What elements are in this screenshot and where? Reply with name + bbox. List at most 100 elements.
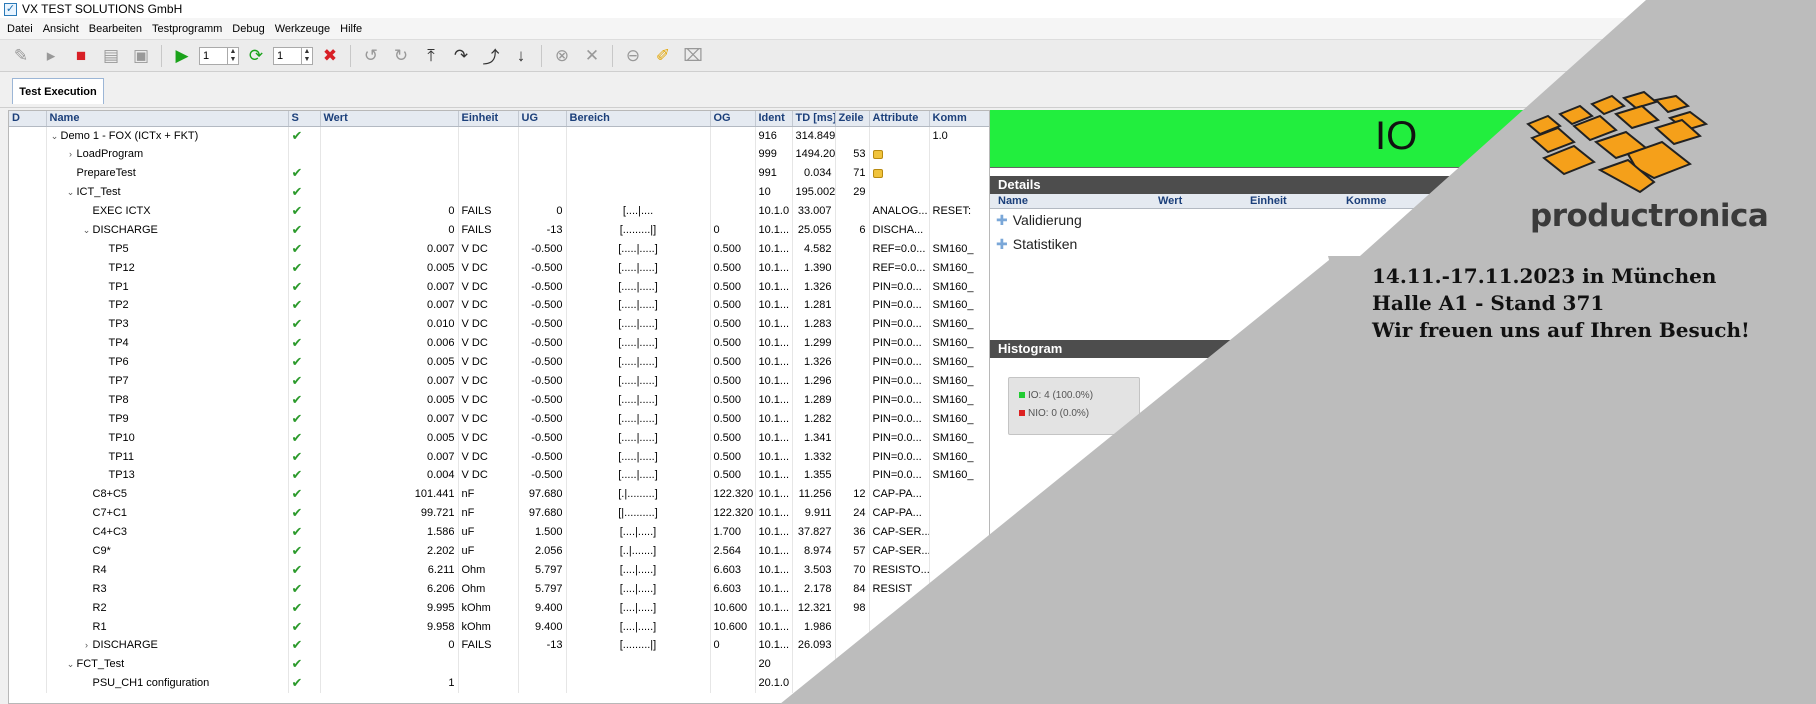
test-tree-table[interactable]: D Name S Wert Einheit UG Bereich OG Iden… — [8, 110, 990, 704]
cell-ug: -0.500 — [518, 258, 567, 278]
table-row[interactable]: TP7 ✔ 0.007 V DC -0.500 [.....|.....] 0.500 10.… — [9, 371, 989, 391]
table-row[interactable]: ›LoadProgram 999 1494.204 53 — [9, 144, 989, 164]
chevron-right-icon[interactable]: › — [65, 149, 77, 159]
table-row[interactable]: ⌄ ICT_Test ✔ 10 195.002 29 — [9, 182, 989, 202]
step-forward-icon[interactable]: ▸ — [38, 44, 64, 68]
checkmark-icon: ✔ — [291, 316, 303, 332]
table-row[interactable]: TP2 ✔ 0.007 V DC -0.500 [.....|.....] 0.500 10.… — [9, 296, 989, 315]
loop-count-stepper[interactable]: 1 ▲ ▼ — [273, 46, 313, 65]
col-header-einheit[interactable]: Einheit — [458, 111, 519, 127]
cell-td: 37.827 — [792, 522, 836, 542]
table-row[interactable]: ⌄ DISCHARGE ✔ 0 FAILS -13 [.........|] 0 10.1...… — [9, 220, 989, 240]
table-row[interactable]: TP10 ✔ 0.005 V DC -0.500 [.....|.....] 0.500 10… — [9, 428, 989, 448]
col-header-komm[interactable]: Komm — [929, 111, 989, 127]
stepper-arrows-icon[interactable]: ▲ ▼ — [227, 47, 238, 64]
table-row[interactable]: TP4 ✔ 0.006 V DC -0.500 [.....|.....] 0.500 10.… — [9, 333, 989, 353]
table-row[interactable]: C7+C1 ✔ 99.721 nF 97.680 [|..........] 122.320… — [9, 503, 989, 523]
save-icon[interactable]: ▣ — [128, 44, 154, 68]
table-row[interactable]: › DISCHARGE ✔ 0 FAILS -13 [.........|] 0 10.1...… — [9, 636, 989, 655]
tab-test-execution[interactable]: Test Execution — [12, 78, 104, 104]
minus-circle-icon[interactable]: ⊖ — [620, 44, 646, 68]
details-item-validierung[interactable]: ✚ Validierung — [996, 212, 1082, 229]
menu-datei[interactable]: Datei — [2, 23, 38, 35]
abort-icon[interactable]: ✖ — [317, 44, 343, 68]
col-header-ug[interactable]: UG — [518, 111, 567, 127]
menu-werkzeuge[interactable]: Werkzeuge — [270, 23, 335, 35]
details-col-komme[interactable]: Komme — [1346, 195, 1386, 207]
table-row[interactable]: TP6 ✔ 0.005 V DC -0.500 [.....|.....] 0.500 10.… — [9, 352, 989, 372]
col-header-bereich[interactable]: Bereich — [566, 111, 711, 127]
col-header-ident[interactable]: Ident — [755, 111, 793, 127]
col-header-s[interactable]: S — [288, 111, 321, 127]
table-row[interactable]: TP12 ✔ 0.005 V DC -0.500 [.....|.....] 0.500 10… — [9, 258, 989, 278]
tools-icon[interactable]: ✕ — [579, 44, 605, 68]
table-row[interactable]: EXEC ICTX ✔ 0 FAILS 0 [....|.... 10.1.0 33.007 A… — [9, 201, 989, 221]
menu-bearbeiten[interactable]: Bearbeiten — [84, 23, 147, 35]
table-row[interactable]: ⌄ FCT_Test ✔ 20 — [9, 654, 989, 674]
col-header-og[interactable]: OG — [710, 111, 756, 127]
cell-zeile — [835, 314, 870, 334]
table-row[interactable]: TP8 ✔ 0.005 V DC -0.500 [.....|.....] 0.500 10.… — [9, 390, 989, 410]
table-row[interactable]: TP9 ✔ 0.007 V DC -0.500 [.....|.....] 0.500 10.… — [9, 409, 989, 429]
promo-hall-line: Halle A1 - Stand 371 — [1372, 291, 1605, 315]
menu-debug[interactable]: Debug — [227, 23, 269, 35]
table-row[interactable]: R1 ✔ 9.958 kOhm 9.400 [....|.....] 10.600 10.1.… — [9, 617, 989, 637]
table-row[interactable]: R4 ✔ 6.211 Ohm 5.797 [....|.....] 6.603 10.1...… — [9, 560, 989, 580]
chevron-down-icon[interactable]: ⌄ — [81, 225, 93, 236]
stepper-arrows-icon[interactable]: ▲ ▼ — [301, 47, 312, 64]
step-into-icon[interactable]: ⤒ — [418, 44, 444, 68]
col-header-wert[interactable]: Wert — [320, 111, 459, 127]
undo-icon[interactable]: ↺ — [358, 44, 384, 68]
cell-bereich-text: [.....|.....] — [618, 469, 658, 482]
stop-icon[interactable]: ■ — [68, 44, 94, 68]
expand-plus-icon[interactable]: ✚ — [996, 236, 1008, 252]
redo-icon[interactable]: ↻ — [388, 44, 414, 68]
ict-icon[interactable]: ⌧ — [680, 44, 706, 68]
brush-icon[interactable]: ✐ — [650, 44, 676, 68]
document-icon[interactable]: ▤ — [98, 44, 124, 68]
table-row[interactable]: R3 ✔ 6.206 Ohm 5.797 [....|.....] 6.603 10.1...… — [9, 579, 989, 599]
step-over-icon[interactable]: ↷ — [448, 44, 474, 68]
run-icon[interactable]: ▶ — [169, 44, 195, 68]
chevron-down-icon[interactable]: ⌄ — [65, 659, 77, 670]
table-row[interactable]: PrepareTest ✔ 991 0.034 71 — [9, 163, 989, 183]
chevron-right-icon[interactable]: › — [81, 640, 93, 650]
menu-ansicht[interactable]: Ansicht — [38, 23, 84, 35]
cell-attr: PIN=0.0... — [869, 390, 930, 410]
cancel-circle-icon[interactable]: ⊗ — [549, 44, 575, 68]
details-col-wert[interactable]: Wert — [1158, 195, 1182, 207]
col-header-td[interactable]: TD [ms] — [792, 111, 836, 127]
details-col-name[interactable]: Name — [998, 195, 1028, 207]
table-row[interactable]: C8+C5 ✔ 101.441 nF 97.680 [.|.........] 122.32… — [9, 484, 989, 504]
col-header-zeile[interactable]: Zeile — [835, 111, 870, 127]
table-row[interactable]: TP3 ✔ 0.010 V DC -0.500 [.....|.....] 0.500 10.… — [9, 314, 989, 334]
details-item-statistiken[interactable]: ✚ Statistiken — [996, 236, 1077, 253]
repeat-count-stepper[interactable]: 1 ▲ ▼ — [199, 46, 239, 65]
arrow-down-icon[interactable]: ↓ — [508, 44, 534, 68]
chevron-down-icon[interactable]: ⌄ — [65, 187, 77, 198]
col-header-name[interactable]: Name — [46, 111, 289, 127]
chevron-down-icon[interactable]: ⌄ — [49, 131, 61, 142]
table-row[interactable]: PSU_CH1 configuration ✔ 1 20.1.0 — [9, 673, 989, 693]
cell-ident: 10.1... — [755, 522, 793, 542]
details-col-einheit[interactable]: Einheit — [1250, 195, 1287, 207]
table-row[interactable]: C4+C3 ✔ 1.586 uF 1.500 [....|.....] 1.700 10.1.… — [9, 522, 989, 542]
table-row[interactable]: ⌄ Demo 1 - FOX (ICTx + FKT) ✔ 916 314.849 1.0 — [9, 126, 989, 145]
table-row[interactable]: TP1 ✔ 0.007 V DC -0.500 [.....|.....] 0.500 10.… — [9, 277, 989, 297]
table-row[interactable]: TP13 ✔ 0.004 V DC -0.500 [.....|.....] 0.500 10… — [9, 466, 989, 485]
edit-pencil-icon[interactable]: ✎ — [8, 44, 34, 68]
cell-einheit — [458, 673, 519, 693]
col-header-d[interactable]: D — [9, 111, 47, 127]
table-row[interactable]: R2 ✔ 9.995 kOhm 9.400 [....|.....] 10.600 10.1.… — [9, 598, 989, 618]
table-row[interactable]: C9* ✔ 2.202 uF 2.056 [..|.......] 2.564 10.1...… — [9, 541, 989, 561]
step-out-icon[interactable]: ⤴ — [478, 44, 504, 68]
menu-testprogramm[interactable]: Testprogramm — [147, 23, 227, 35]
cell-og: 10.600 — [710, 617, 756, 637]
menu-hilfe[interactable]: Hilfe — [335, 23, 367, 35]
col-header-attribute[interactable]: Attribute — [869, 111, 930, 127]
table-row[interactable]: TP11 ✔ 0.007 V DC -0.500 [.....|.....] 0.500 10… — [9, 447, 989, 467]
cell-einheit: V DC — [458, 296, 519, 315]
expand-plus-icon[interactable]: ✚ — [996, 212, 1008, 228]
table-row[interactable]: TP5 ✔ 0.007 V DC -0.500 [.....|.....] 0.500 10.… — [9, 239, 989, 259]
loop-run-icon[interactable]: ⟳ — [243, 44, 269, 68]
